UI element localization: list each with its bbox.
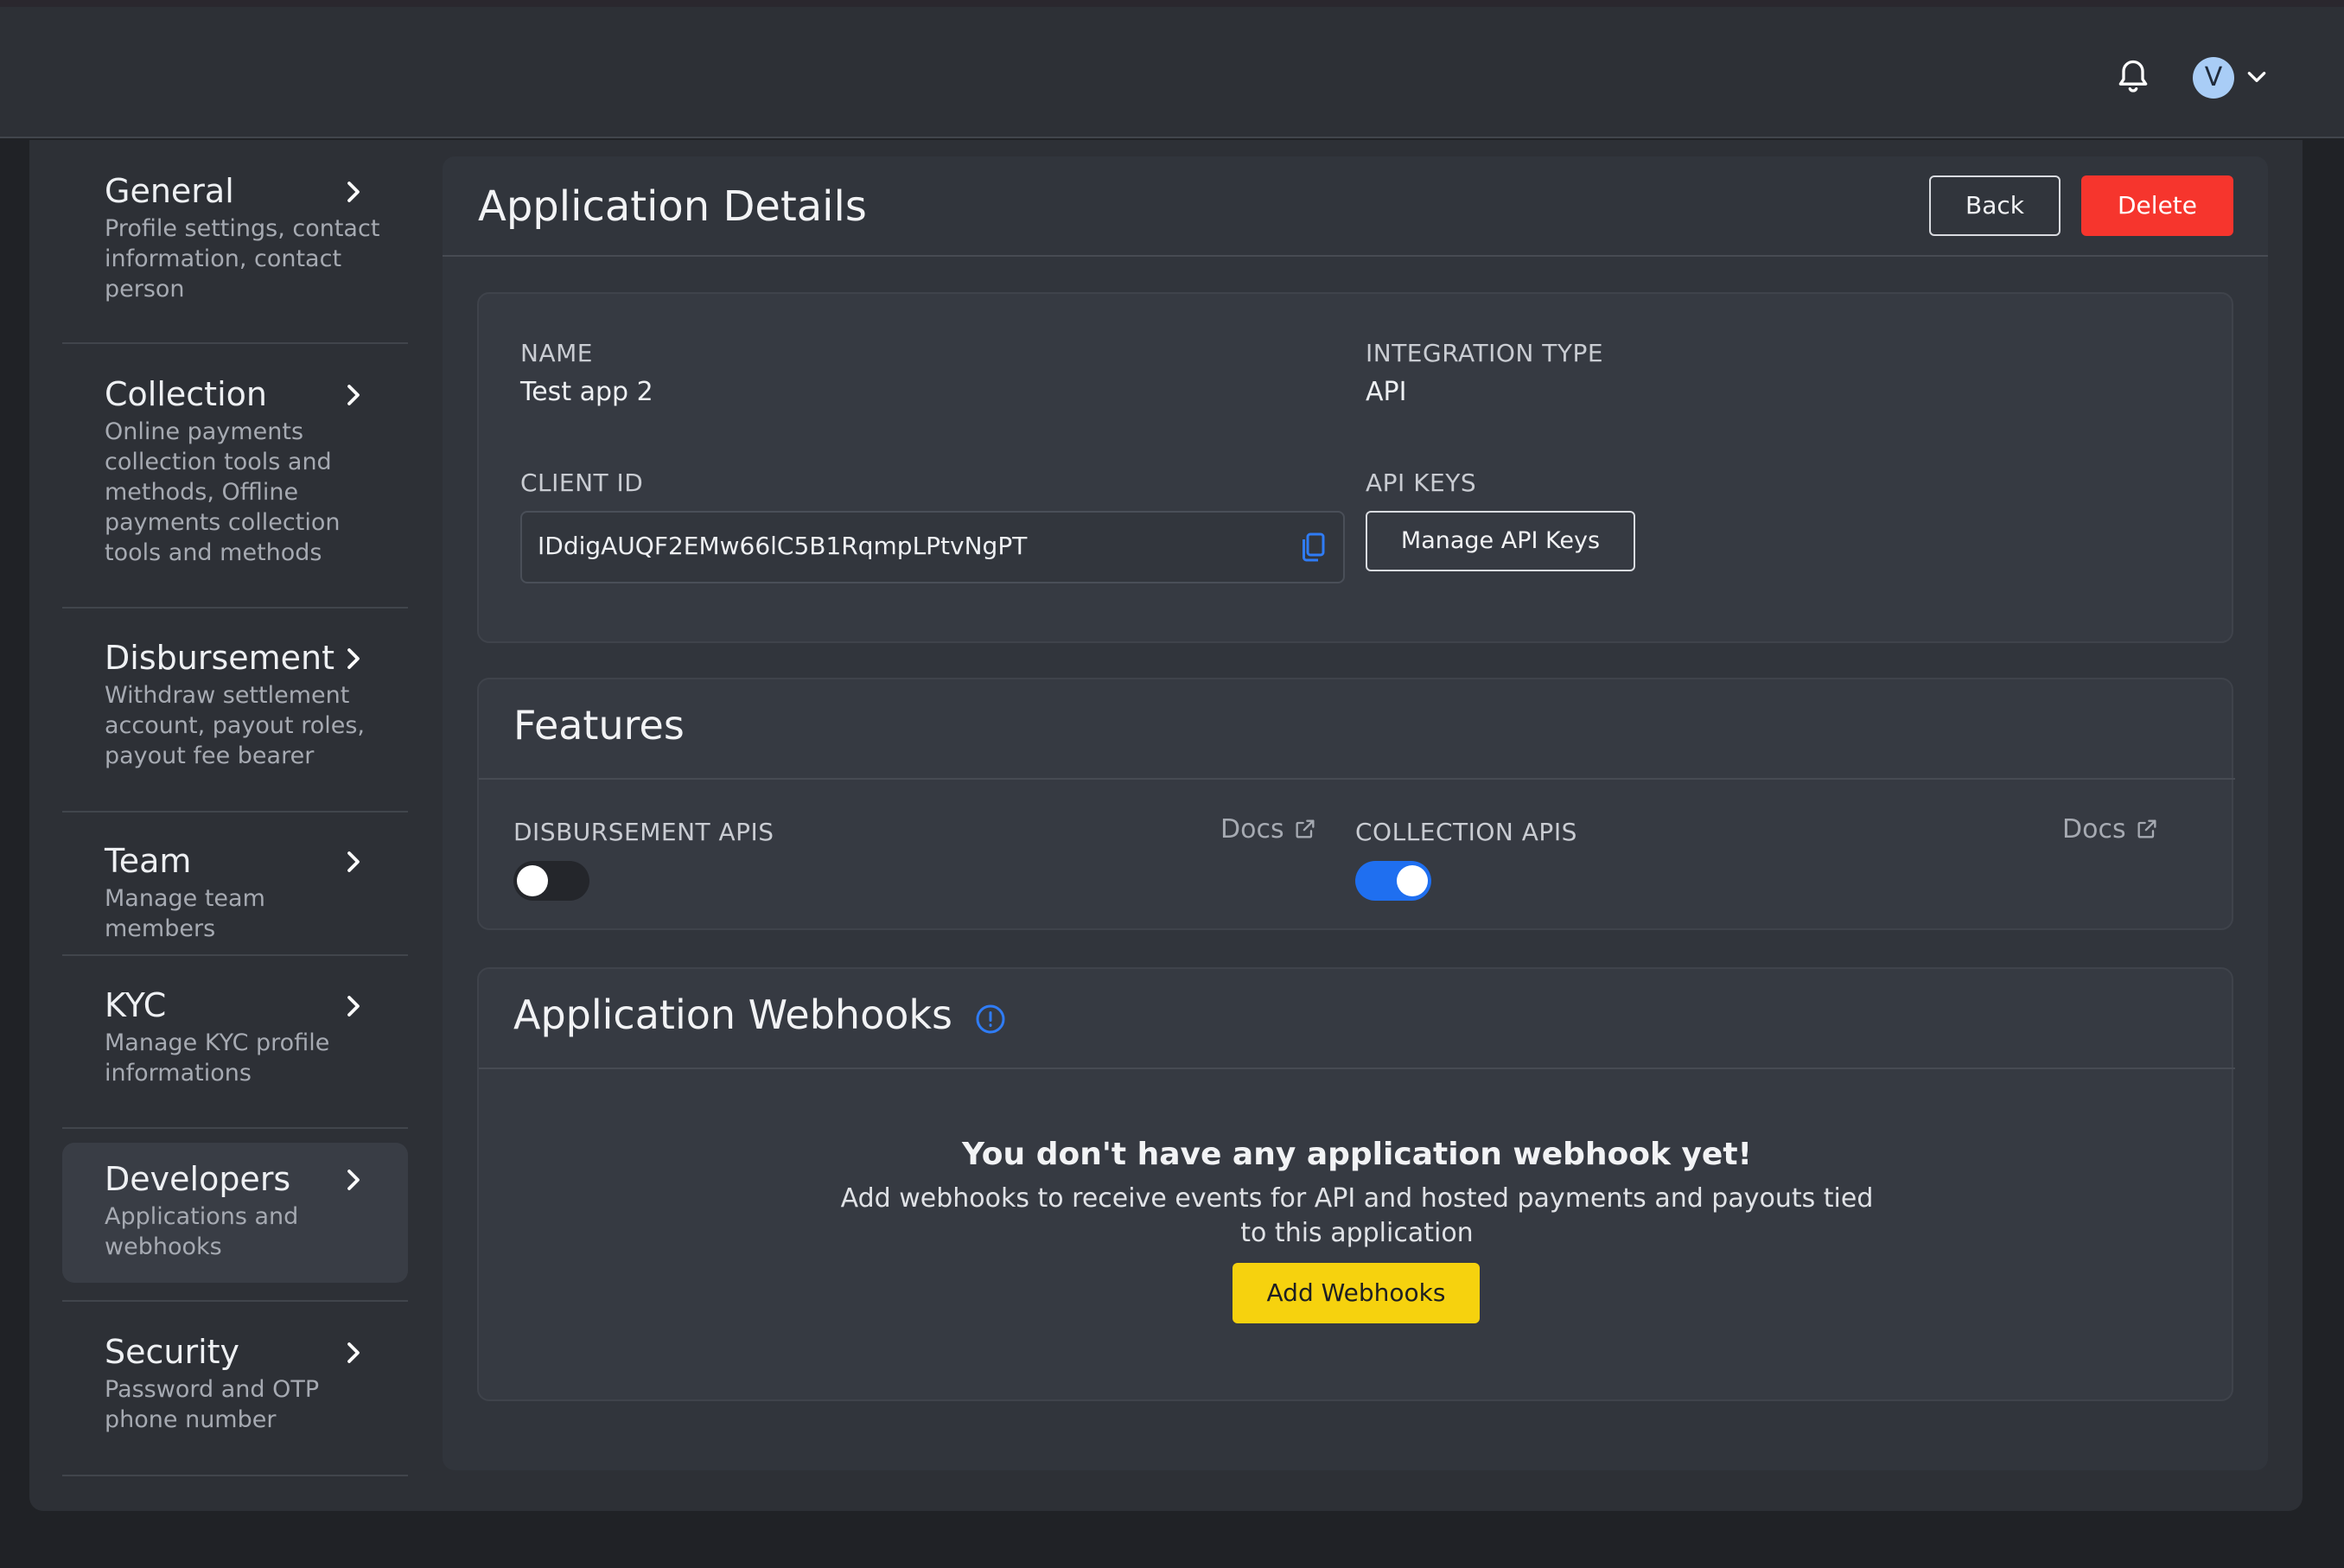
- sidebar-item-desc: Applications and webhooks: [105, 1203, 299, 1260]
- chevron-right-icon: [347, 851, 360, 872]
- disbursement-apis-label: DISBURSEMENT APIS: [513, 818, 774, 846]
- add-webhooks-button[interactable]: Add Webhooks: [1233, 1263, 1480, 1323]
- client-id-label: CLIENT ID: [520, 468, 644, 497]
- back-button[interactable]: Back: [1929, 175, 2061, 236]
- sidebar-item-desc: Password and OTP phone number: [105, 1376, 320, 1433]
- sidebar-item-title: Disbursement: [105, 639, 334, 677]
- manage-api-keys-button[interactable]: Manage API Keys: [1366, 511, 1635, 571]
- sidebar-item-desc: Manage KYC profile informations: [105, 1029, 330, 1087]
- sidebar-divider: [62, 1475, 408, 1476]
- sidebar-item-desc: Profile settings, contact information, c…: [105, 215, 380, 303]
- integration-type-label: INTEGRATION TYPE: [1366, 339, 1604, 367]
- sidebar-divider: [62, 1127, 408, 1129]
- sidebar-item-title: Security: [105, 1333, 240, 1371]
- application-details-panel: Application Details Back Delete NAME Tes…: [443, 156, 2268, 1470]
- features-card: Features DISBURSEMENT APIS Docs COLLECTI…: [477, 678, 2235, 930]
- window-top-edge: [0, 0, 2344, 7]
- sidebar-item-disbursement[interactable]: Disbursement Withdraw settlement account…: [62, 637, 408, 771]
- sidebar-item-collection[interactable]: Collection Online payments collection to…: [62, 373, 408, 568]
- sidebar-item-title: General: [105, 172, 234, 210]
- sidebar-item-desc: Online payments collection tools and met…: [105, 418, 341, 566]
- collection-apis-toggle[interactable]: [1355, 861, 1431, 901]
- sidebar-item-developers[interactable]: Developers Applications and webhooks: [62, 1143, 408, 1283]
- name-value: Test app 2: [520, 377, 653, 407]
- docs-label: Docs: [1220, 814, 1284, 845]
- chevron-right-icon: [347, 648, 360, 669]
- sidebar-item-title: Developers: [105, 1160, 291, 1198]
- collection-docs-link[interactable]: Docs: [2062, 814, 2159, 845]
- chevron-down-icon[interactable]: [2245, 67, 2268, 86]
- info-icon[interactable]: [975, 1004, 1006, 1035]
- chevron-right-icon: [347, 996, 360, 1017]
- chevron-right-icon: [347, 1170, 360, 1190]
- details-card: NAME Test app 2 INTEGRATION TYPE API CLI…: [477, 292, 2233, 643]
- sidebar-item-desc: Manage team members: [105, 885, 265, 942]
- sidebar-divider: [62, 607, 408, 609]
- disbursement-docs-link[interactable]: Docs: [1220, 814, 1317, 845]
- page-title: Application Details: [478, 182, 867, 231]
- chevron-right-icon: [347, 182, 360, 202]
- delete-button[interactable]: Delete: [2081, 175, 2233, 236]
- chevron-right-icon: [347, 385, 360, 405]
- sidebar-item-kyc[interactable]: KYC Manage KYC profile informations: [62, 985, 408, 1088]
- sidebar-item-security[interactable]: Security Password and OTP phone number: [62, 1331, 408, 1435]
- api-keys-label: API KEYS: [1366, 468, 1477, 497]
- sidebar-divider: [62, 342, 408, 344]
- top-bar: V: [0, 7, 2344, 138]
- features-title: Features: [513, 702, 685, 749]
- disbursement-apis-toggle[interactable]: [513, 861, 589, 901]
- avatar[interactable]: V: [2193, 57, 2234, 99]
- sidebar-divider: [62, 811, 408, 813]
- docs-label: Docs: [2062, 814, 2126, 845]
- external-link-icon: [1296, 819, 1315, 838]
- webhooks-card: Application Webhooks You don't have any …: [477, 967, 2235, 1401]
- sidebar-item-general[interactable]: General Profile settings, contact inform…: [62, 170, 408, 304]
- webhooks-header: Application Webhooks: [479, 969, 2235, 1069]
- chevron-right-icon: [347, 1342, 360, 1363]
- bell-icon[interactable]: [2114, 55, 2152, 97]
- sidebar-item-title: Team: [105, 842, 192, 880]
- toggle-knob: [1397, 865, 1428, 896]
- sidebar-item-title: KYC: [105, 986, 167, 1024]
- name-label: NAME: [520, 339, 593, 367]
- sidebar-item-title: Collection: [105, 375, 267, 413]
- integration-type-value: API: [1366, 377, 1407, 407]
- client-id-field[interactable]: IDdigAUQF2EMw66lC5B1RqmpLPtvNgPT: [520, 511, 1345, 583]
- sidebar-divider: [62, 954, 408, 956]
- sidebar-item-team[interactable]: Team Manage team members: [62, 840, 408, 944]
- toggle-knob: [517, 865, 548, 896]
- panel-header: Application Details Back Delete: [443, 156, 2268, 257]
- collection-apis-label: COLLECTION APIS: [1355, 818, 1577, 846]
- sidebar-item-desc: Withdraw settlement account, payout role…: [105, 682, 365, 769]
- sidebar-divider: [62, 1300, 408, 1302]
- client-id-value: IDdigAUQF2EMw66lC5B1RqmpLPtvNgPT: [538, 532, 1028, 560]
- empty-state-description: Add webhooks to receive events for API a…: [840, 1183, 1874, 1248]
- webhooks-title: Application Webhooks: [513, 991, 952, 1038]
- external-link-icon: [2137, 819, 2156, 838]
- features-header: Features: [479, 679, 2235, 780]
- empty-state-title: You don't have any application webhook y…: [962, 1137, 1752, 1172]
- copy-icon[interactable]: [1300, 532, 1326, 563]
